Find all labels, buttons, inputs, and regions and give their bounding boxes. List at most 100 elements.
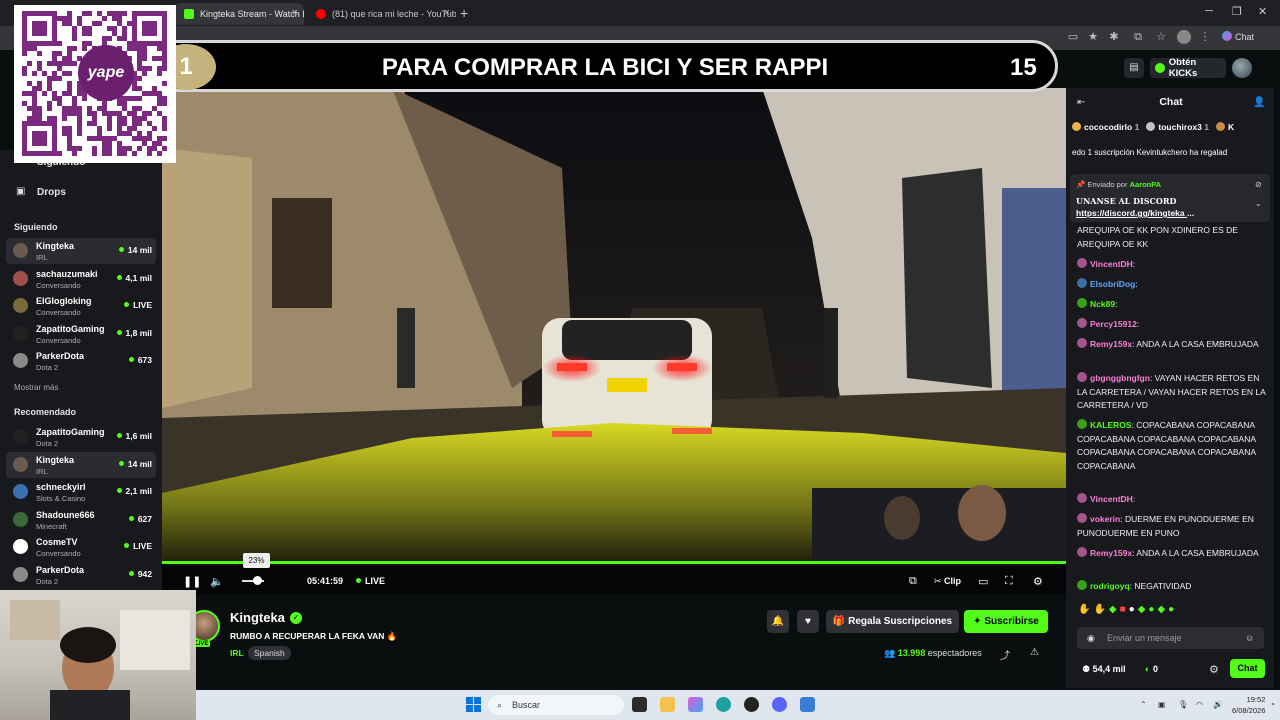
copilot-chat-button[interactable]: Chat bbox=[1222, 31, 1254, 42]
sidebar-channel-item[interactable]: Kingteka IRL 14 mil bbox=[6, 451, 156, 478]
chat-mode-icon[interactable]: ◉ bbox=[1087, 633, 1095, 644]
theater-mode-icon[interactable]: ▭ bbox=[978, 575, 988, 588]
emote-icon[interactable]: ◆ bbox=[1138, 604, 1149, 615]
sidebar-drops-link[interactable]: Drops bbox=[37, 187, 66, 198]
streamer-name[interactable]: Kingteka bbox=[230, 610, 285, 625]
sidebar-channel-item[interactable]: schneckyirl Slots & Casino 2,1 mil bbox=[6, 479, 156, 505]
expand-pinned-icon[interactable]: ⌄ bbox=[1255, 199, 1262, 208]
points-balance[interactable]: ◐ 0 bbox=[1145, 664, 1158, 674]
chat-username[interactable]: rodrigoyq bbox=[1090, 581, 1130, 591]
subscribe-button[interactable]: ✦ Suscribirse bbox=[964, 610, 1048, 633]
notepad-icon[interactable] bbox=[800, 697, 815, 712]
gift-subs-button[interactable]: 🎁 Regala Suscripciones bbox=[826, 610, 959, 633]
video-player[interactable] bbox=[162, 88, 1066, 566]
sidebar-channel-item[interactable]: CosmeTV Conversando LIVE bbox=[6, 534, 156, 560]
close-tab-icon[interactable]: × bbox=[444, 7, 450, 19]
copilot-app-icon[interactable] bbox=[688, 697, 703, 712]
unpin-icon[interactable]: ⊘ bbox=[1255, 180, 1262, 189]
speaker-icon[interactable]: 🔊 bbox=[1213, 700, 1223, 709]
fullscreen-icon[interactable]: ⛶ bbox=[1005, 575, 1013, 588]
sidebar-channel-item[interactable]: Kingteka IRL 14 mil bbox=[6, 238, 156, 264]
miniplayer-icon[interactable]: ⧉ bbox=[909, 575, 917, 588]
pause-button[interactable]: ❚❚ bbox=[183, 575, 201, 588]
sidebar-channel-item[interactable]: sachauzumaki Conversando 4,1 mil bbox=[6, 266, 156, 292]
chat-username[interactable]: Percy15912 bbox=[1090, 319, 1137, 329]
share-icon[interactable]: ⤴ bbox=[1000, 647, 1010, 662]
page-icon[interactable]: ▭ bbox=[1066, 30, 1080, 44]
chat-users-icon[interactable]: 👤 bbox=[1253, 97, 1265, 108]
settings-gear-icon[interactable]: ⚙ bbox=[1033, 575, 1043, 588]
follow-heart-icon[interactable]: ♥ bbox=[797, 610, 819, 633]
sidebar-channel-item[interactable]: ZapatitoGaming Dota 2 1,6 mil bbox=[6, 424, 156, 450]
report-warning-icon[interactable]: ⚠ bbox=[1030, 647, 1039, 658]
pinned-link[interactable]: https://discord.gg/kingteka ... bbox=[1076, 208, 1194, 218]
emote-icon[interactable]: ◆ bbox=[1157, 604, 1168, 615]
puzzle-icon[interactable]: ⧉ bbox=[1131, 30, 1145, 44]
sidebar-channel-item[interactable]: ZapatitoGaming Conversando 1,8 mil bbox=[6, 321, 156, 347]
emote-icon[interactable]: ✋ bbox=[1093, 604, 1108, 615]
chat-username[interactable]: gbgnggbngfgn bbox=[1090, 373, 1150, 383]
notification-bell-icon[interactable]: 🔔 bbox=[767, 610, 789, 633]
extension-icon[interactable]: ✱ bbox=[1107, 30, 1121, 44]
chat-username[interactable]: Remy159x bbox=[1090, 548, 1132, 558]
show-more-link[interactable]: Mostrar más bbox=[14, 383, 58, 392]
emote-icon[interactable]: ● bbox=[1129, 604, 1138, 615]
taskbar-search[interactable]: ⌕ Buscar bbox=[488, 695, 624, 715]
category-link[interactable]: IRL bbox=[230, 648, 244, 658]
minimize-icon[interactable]: ─ bbox=[1205, 5, 1213, 17]
menu-dots-icon[interactable]: ⋮ bbox=[1198, 30, 1212, 44]
emoji-picker-icon[interactable]: ☺ bbox=[1245, 633, 1254, 643]
clip-button[interactable]: ✂ Clip bbox=[934, 576, 961, 587]
tray-chevron-icon[interactable]: ⌃ bbox=[1140, 700, 1147, 709]
chat-username[interactable]: VincentDH bbox=[1090, 259, 1133, 269]
live-indicator[interactable]: LIVE bbox=[356, 576, 385, 586]
maximize-icon[interactable]: ❐ bbox=[1232, 5, 1242, 18]
edge-browser-icon[interactable] bbox=[716, 697, 731, 712]
chat-username[interactable]: VincentDH bbox=[1090, 494, 1133, 504]
emote-icon[interactable]: ◆ bbox=[1109, 604, 1120, 615]
emote-quick-bar[interactable]: ✋✋◆■●◆●◆● bbox=[1078, 604, 1268, 615]
bookmark-star-icon[interactable]: ★ bbox=[1086, 30, 1100, 44]
kicks-balance[interactable]: ⚉ 54,4 mil bbox=[1082, 664, 1126, 675]
chat-username[interactable]: vokerin bbox=[1090, 514, 1120, 524]
leaderboard-item[interactable]: touchirox3 1 bbox=[1146, 122, 1209, 132]
chat-username[interactable]: Nck89 bbox=[1090, 299, 1115, 309]
wifi-icon[interactable]: ◠ bbox=[1196, 700, 1203, 709]
close-window-icon[interactable]: ✕ bbox=[1258, 5, 1267, 18]
discord-icon[interactable] bbox=[772, 697, 787, 712]
sidebar-channel-item[interactable]: ParkerDota Dota 2 942 bbox=[6, 562, 156, 588]
leaderboard-item[interactable]: cococodirlo 1 bbox=[1072, 122, 1139, 132]
chat-username[interactable]: Remy159x bbox=[1090, 339, 1132, 349]
sidebar-channel-item[interactable]: ElGlogloking Conversando LIVE bbox=[6, 293, 156, 319]
obs-icon[interactable] bbox=[744, 697, 759, 712]
microphone-icon[interactable]: 🎙 bbox=[1178, 700, 1188, 709]
leaderboard-item[interactable]: K bbox=[1216, 122, 1234, 132]
sidebar-channel-item[interactable]: ParkerDota Dota 2 673 bbox=[6, 348, 156, 374]
file-explorer-icon[interactable] bbox=[660, 697, 675, 712]
profile-avatar[interactable] bbox=[1177, 30, 1191, 44]
chat-username[interactable]: ElsobriDog bbox=[1090, 279, 1135, 289]
taskbar-clock[interactable]: 19:52 6/08/2026 bbox=[1232, 694, 1265, 716]
notification-icon[interactable]: ◔ bbox=[1270, 700, 1275, 709]
new-tab-button[interactable]: + bbox=[460, 5, 468, 21]
language-tag[interactable]: Spanish bbox=[248, 646, 291, 660]
tab-youtube[interactable]: (81) que rica mi leche - YouTube × bbox=[306, 3, 456, 25]
volume-icon[interactable]: 🔈 bbox=[210, 575, 224, 588]
task-view-icon[interactable] bbox=[632, 697, 647, 712]
get-kicks-button[interactable]: Obtén KICKs bbox=[1150, 57, 1226, 79]
chat-message-input[interactable]: Enviar un mensaje bbox=[1077, 627, 1264, 649]
close-tab-icon[interactable]: × bbox=[292, 7, 298, 19]
favorites-icon[interactable]: ☆ bbox=[1154, 30, 1168, 44]
emote-icon[interactable]: ✋ bbox=[1078, 604, 1093, 615]
chat-username[interactable]: KALEROS bbox=[1090, 420, 1132, 430]
calendar-icon[interactable]: ▤ bbox=[1124, 58, 1144, 78]
tray-app-icon[interactable]: ▣ bbox=[1158, 700, 1166, 709]
windows-start-icon[interactable] bbox=[466, 697, 481, 712]
chat-settings-icon[interactable]: ⚙ bbox=[1209, 663, 1219, 676]
sidebar-channel-item[interactable]: Shadoune666 Minecraft 627 bbox=[6, 507, 156, 533]
emote-icon[interactable]: ■ bbox=[1120, 604, 1129, 615]
chat-send-button[interactable]: Chat bbox=[1230, 659, 1265, 678]
tab-kingteka[interactable]: Kingteka Stream - Watch Live × bbox=[174, 3, 304, 25]
emote-icon[interactable]: ● bbox=[1168, 604, 1177, 615]
user-avatar[interactable] bbox=[1232, 58, 1252, 78]
